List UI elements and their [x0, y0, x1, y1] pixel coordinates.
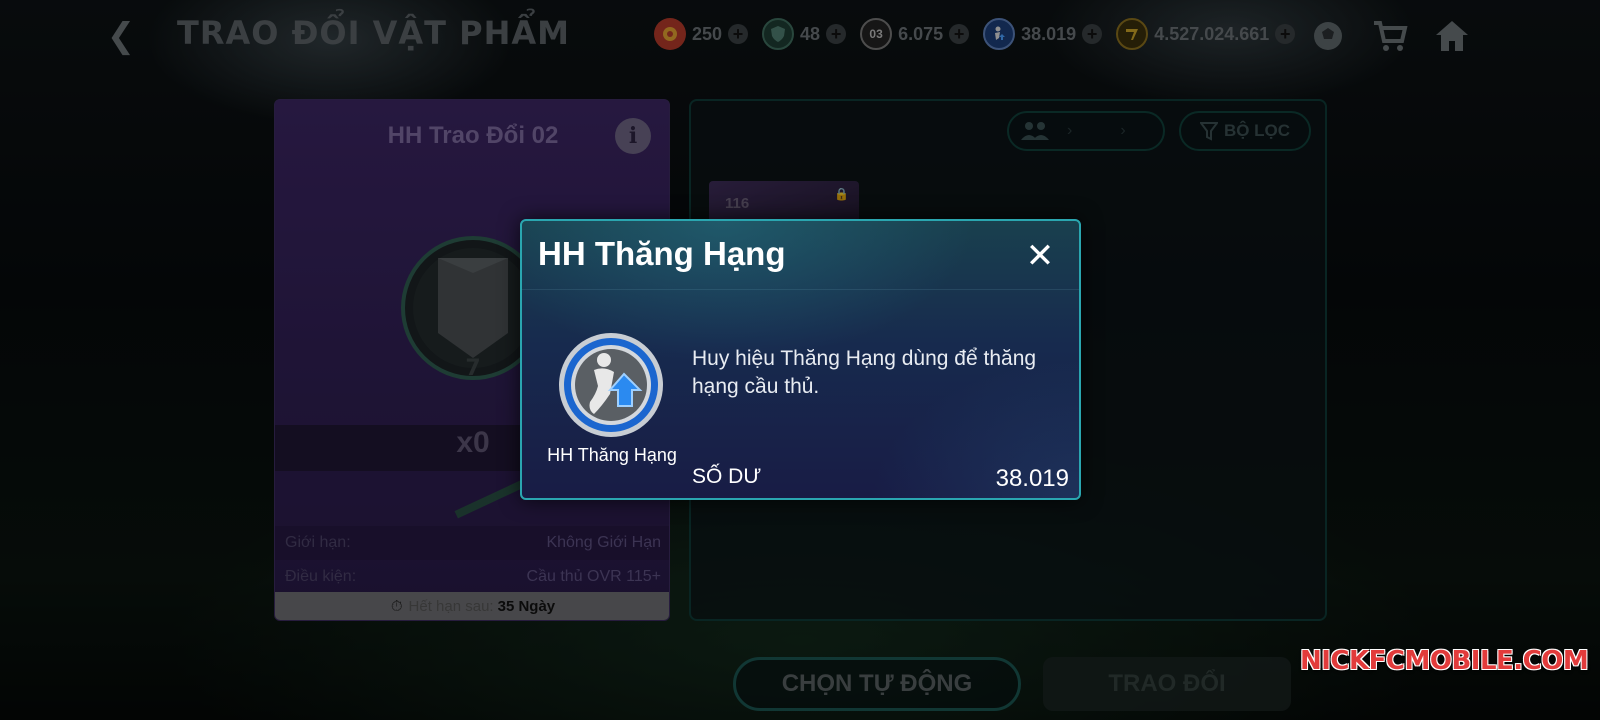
- badge-label: HH Thăng Hạng: [547, 445, 677, 465]
- item-info-modal: HH Thăng Hạng ✕ HH Thăng Hạng Huy hiệu T…: [520, 219, 1081, 500]
- watermark-logo: NICKFCMOBILE.COM: [1300, 646, 1589, 676]
- close-icon[interactable]: ✕: [1023, 237, 1057, 275]
- promotion-badge-icon: [558, 332, 664, 438]
- modal-title: HH Thăng Hạng: [538, 235, 786, 272]
- modal-divider: [522, 289, 1079, 290]
- item-description: Huy hiệu Thăng Hạng dùng để thăng hạng c…: [692, 347, 1037, 398]
- balance-value: 38.019: [995, 465, 1069, 492]
- balance-label: SỐ DƯ: [692, 465, 762, 488]
